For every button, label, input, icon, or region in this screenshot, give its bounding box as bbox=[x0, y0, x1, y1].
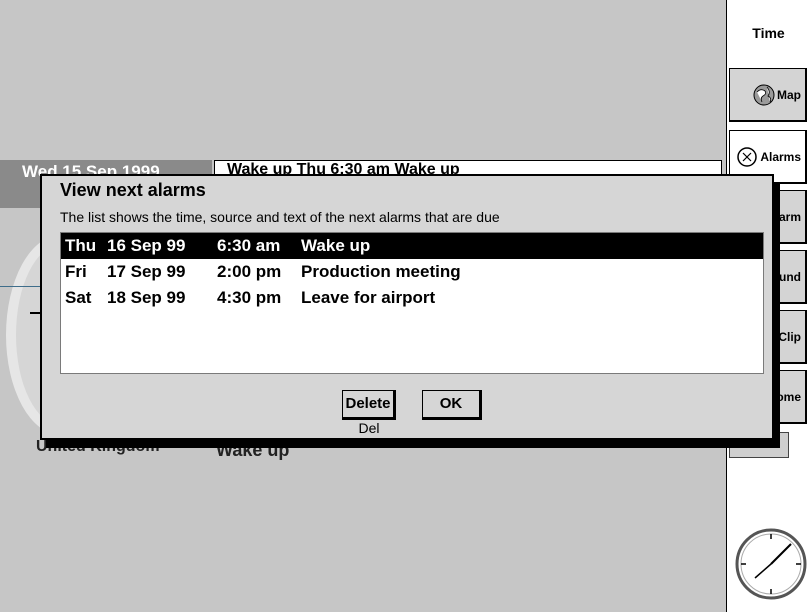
alarm-row[interactable]: Sat 18 Sep 99 4:30 pm Leave for airport bbox=[61, 285, 763, 311]
alarm-date: 18 Sep 99 bbox=[107, 288, 186, 307]
alarm-time: 6:30 am bbox=[217, 236, 281, 255]
alarm-text: Wake up bbox=[301, 236, 371, 255]
map-button-label: Map bbox=[777, 87, 801, 102]
screen: Wed 15 Sep 1999 Wake up Thu 6:30 am Wake… bbox=[0, 0, 809, 612]
alarm-text: Leave for airport bbox=[301, 288, 436, 307]
toolbar-title: Time bbox=[752, 25, 785, 41]
alarms-button-label: Alarms bbox=[760, 149, 801, 164]
alarm-row[interactable]: Fri 17 Sep 99 2:00 pm Production meeting bbox=[61, 259, 763, 285]
view-next-alarms-dialog: View next alarms The list shows the time… bbox=[40, 174, 774, 440]
alarm-date: 16 Sep 99 bbox=[107, 236, 186, 255]
connector-line bbox=[0, 286, 40, 287]
alarm-day: Thu bbox=[65, 236, 97, 255]
clip-button-label: Clip bbox=[778, 329, 801, 344]
ok-button[interactable]: OK bbox=[422, 390, 482, 420]
globe-icon bbox=[753, 84, 775, 105]
dialog-description: The list shows the time, source and text… bbox=[60, 209, 500, 225]
clock-icon bbox=[735, 528, 807, 600]
delete-shortcut-label: Del bbox=[358, 420, 380, 436]
alarm-time: 2:00 pm bbox=[217, 262, 282, 281]
alarm-row[interactable]: Thu 16 Sep 99 6:30 am Wake up bbox=[61, 233, 763, 259]
alarm-time: 4:30 pm bbox=[217, 288, 282, 307]
alarm-day: Sat bbox=[65, 288, 92, 307]
delete-button[interactable]: Delete bbox=[342, 390, 396, 420]
alarm-list[interactable]: Thu 16 Sep 99 6:30 am Wake up Fri 17 Sep… bbox=[60, 232, 764, 374]
alarm-day: Fri bbox=[65, 262, 87, 281]
alarm-text: Production meeting bbox=[301, 262, 461, 281]
dialog-title: View next alarms bbox=[60, 180, 206, 200]
clock-icon bbox=[737, 146, 758, 167]
alarm-date: 17 Sep 99 bbox=[107, 262, 186, 281]
map-button[interactable]: Map bbox=[729, 68, 807, 122]
